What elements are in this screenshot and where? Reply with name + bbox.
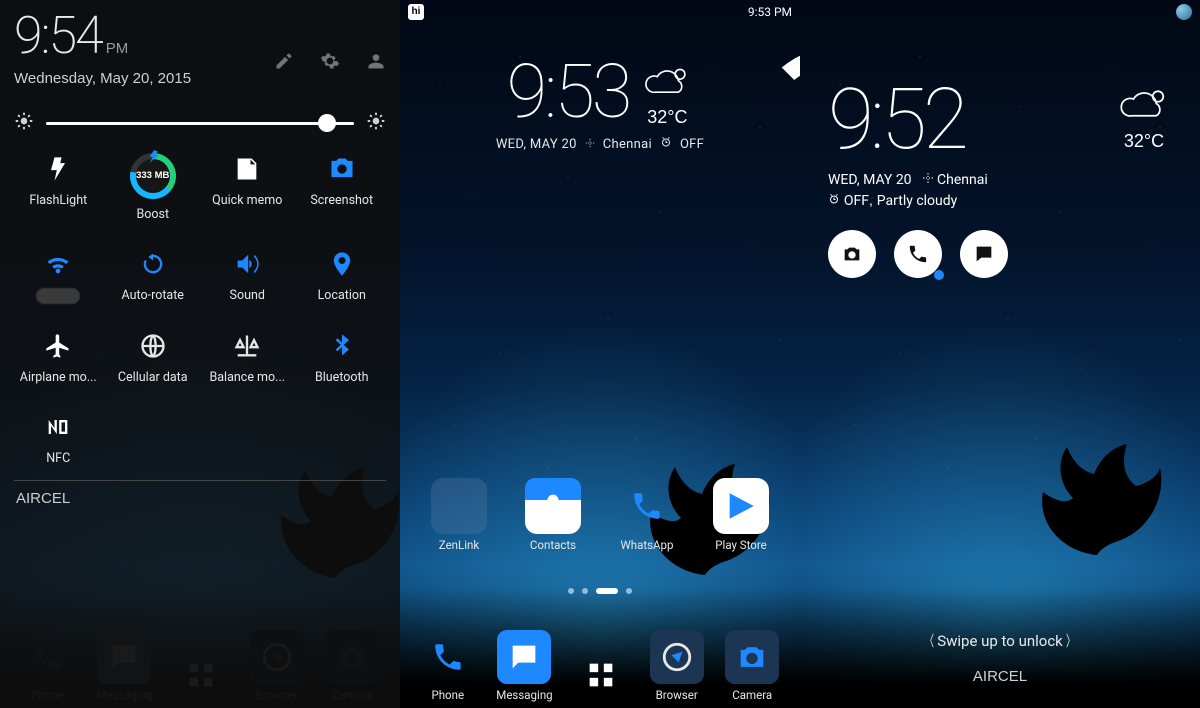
lock-quick-actions <box>828 230 1180 278</box>
app-contacts[interactable]: Contacts <box>525 478 581 552</box>
label: Messaging <box>496 688 552 702</box>
tile-flashlight[interactable]: FlashLight <box>14 153 103 222</box>
page-indicator[interactable] <box>400 588 800 594</box>
status-bar <box>800 0 1200 24</box>
label: Sound <box>230 288 265 303</box>
tile-bluetooth[interactable]: Bluetooth <box>298 330 387 385</box>
lock-time: 9:52 <box>828 78 965 162</box>
dock: Phone Messaging Browser Camera <box>400 622 800 708</box>
user-avatar-icon[interactable] <box>1176 4 1192 20</box>
tile-screenshot[interactable]: Screenshot <box>298 153 387 222</box>
label: Play Store <box>715 538 766 552</box>
dock-camera[interactable]: Camera <box>725 630 779 702</box>
lock-messaging-button[interactable] <box>960 230 1008 278</box>
panel-clock[interactable]: 9:54PM Wednesday, May 20, 2015 <box>14 10 191 89</box>
notif-hike-icon: hi <box>408 4 424 20</box>
label: Airplane mo... <box>20 370 97 385</box>
widget-temp: 32°C <box>647 108 687 126</box>
screen-lock: 9:52 32°C WED, MAY 20 Chennai OFF, Partl… <box>800 0 1200 708</box>
lock-camera-button[interactable] <box>828 230 876 278</box>
battery-icon <box>728 5 742 19</box>
label: Auto-rotate <box>122 288 184 303</box>
screen-home: hi 9:53 PM 9:53 32°C WED, MAY 20 Chennai… <box>400 0 800 708</box>
tile-boost[interactable]: 333 MB Boost <box>109 153 198 222</box>
label: Browser <box>656 688 698 702</box>
label: Balance mo... <box>209 370 285 385</box>
alarm-icon <box>828 193 840 205</box>
widget-city: Chennai <box>603 137 652 154</box>
label: Contacts <box>530 538 576 552</box>
tile-airplane[interactable]: Airplane mo... <box>14 330 103 385</box>
gear-icon[interactable] <box>320 51 340 75</box>
location-pin-icon <box>922 172 934 184</box>
lock-alarm: OFF <box>844 193 869 209</box>
label: Quick memo <box>212 193 282 208</box>
app-play-store[interactable]: Play Store <box>713 478 769 552</box>
unlock-hint[interactable]: 〈Swipe up to unlock〉 AIRCEL <box>800 630 1200 684</box>
app-zenlink[interactable]: ZenLink <box>431 478 487 552</box>
brightness-low-icon <box>14 111 34 135</box>
location-pin-icon <box>585 137 595 154</box>
wifi-ssid-blurred <box>36 288 80 304</box>
label: Bluetooth <box>315 370 369 385</box>
tile-sound[interactable]: Sound <box>203 248 292 304</box>
status-bar: hi 9:53 PM <box>400 0 800 24</box>
label: NFC <box>46 451 70 466</box>
label: Cellular data <box>118 370 188 385</box>
label: Phone <box>431 688 464 702</box>
brightness-auto-icon[interactable] <box>366 111 386 135</box>
tile-balance-mode[interactable]: Balance mo... <box>203 330 292 385</box>
label: Boost <box>136 207 169 222</box>
brightness-slider[interactable] <box>14 111 386 135</box>
dock-messaging[interactable]: Messaging <box>496 630 552 702</box>
lock-date: WED, MAY 20 <box>828 170 912 190</box>
widget-time: 9:53 <box>507 56 630 130</box>
tile-quick-memo[interactable]: Quick memo <box>203 153 292 222</box>
lock-carrier: AIRCEL <box>800 665 1200 684</box>
dock-phone[interactable]: Phone <box>421 630 475 702</box>
label: Camera <box>732 688 772 702</box>
app-whatsapp[interactable]: WhatsApp <box>619 478 675 552</box>
label: WhatsApp <box>621 538 674 552</box>
ampm: PM <box>106 40 129 57</box>
label: ZenLink <box>439 538 479 552</box>
status-time: 9:53 PM <box>748 5 792 19</box>
missed-badge <box>934 270 944 280</box>
tile-location[interactable]: Location <box>298 248 387 304</box>
person-icon[interactable] <box>366 51 386 75</box>
lock-city: Chennai <box>937 172 988 188</box>
unlock-text: Swipe up to unlock <box>937 632 1063 650</box>
tile-auto-rotate[interactable]: Auto-rotate <box>109 248 198 304</box>
screen-quick-settings: Phone Messaging Browser Camera 9:54PM We… <box>0 0 400 708</box>
signal-icon <box>708 5 722 19</box>
date: Wednesday, May 20, 2015 <box>14 68 191 89</box>
dock-browser[interactable]: Browser <box>650 630 704 702</box>
battery-icon <box>1156 5 1170 19</box>
weather-cloud-icon <box>641 62 693 106</box>
home-apps-row: ZenLink Contacts WhatsApp Play Store <box>400 478 800 552</box>
lock-condition: Partly cloudy <box>877 193 958 209</box>
label: Location <box>318 288 366 303</box>
signal-icon <box>1136 5 1150 19</box>
widget-date: WED, MAY 20 <box>496 137 577 154</box>
quick-settings-panel: 9:54PM Wednesday, May 20, 2015 FlashLigh… <box>0 0 400 708</box>
time: 9:54 <box>14 5 102 66</box>
wifi-icon <box>688 5 702 19</box>
dock-apps[interactable] <box>574 648 628 702</box>
boost-mb: 333 MB <box>130 153 176 199</box>
carrier-label: AIRCEL <box>14 480 386 516</box>
label: Screenshot <box>310 193 373 208</box>
lock-phone-button[interactable] <box>894 230 942 278</box>
wifi-icon <box>1116 5 1130 19</box>
label: FlashLight <box>29 193 87 208</box>
tile-wifi[interactable] <box>14 248 103 304</box>
tile-cellular-data[interactable]: Cellular data <box>109 330 198 385</box>
alarm-icon <box>660 136 672 154</box>
edit-icon[interactable] <box>274 51 294 75</box>
tile-nfc[interactable]: NFC <box>14 411 103 466</box>
